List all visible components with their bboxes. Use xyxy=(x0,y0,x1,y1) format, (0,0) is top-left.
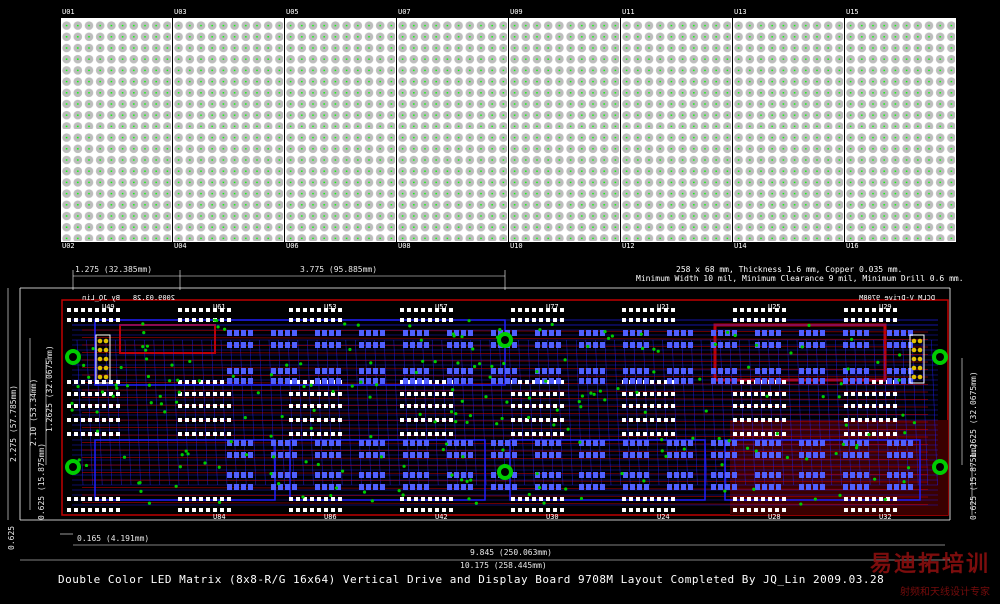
led-matrix-u10 xyxy=(509,130,620,242)
matrix-label: U14 xyxy=(734,242,747,250)
matrix-label: U03 xyxy=(174,8,187,16)
led-matrix-u15 xyxy=(845,18,956,130)
led-matrix-u13 xyxy=(733,18,844,130)
specs-line-2: Minimum Width 10 mil, Minimum Clearance … xyxy=(636,274,964,283)
watermark-small: 射频和天线设计专家 xyxy=(900,587,990,598)
dim-bottom-full: 10.175 (258.445mm) xyxy=(460,561,547,570)
dim-top-mid: 3.775 (95.885mm) xyxy=(300,265,377,274)
specs-line-1: 258 x 68 mm, Thickness 1.6 mm, Copper 0.… xyxy=(676,265,902,274)
led-matrix-u02 xyxy=(61,130,172,242)
pcb-board: U49 U61 U53 U57 U77 U21 U25 U29 U84 U86 U42 U30 U24 U… xyxy=(7,270,973,561)
matrix-label: U07 xyxy=(398,8,411,16)
chip-label: U77 xyxy=(546,303,559,311)
led-matrix-array xyxy=(61,18,956,242)
watermark-big: 易迪拓培训 xyxy=(869,552,990,577)
dim-left-1: 2.275 (57.785mm) xyxy=(9,385,18,462)
led-matrix-u12 xyxy=(621,130,732,242)
chip-label: U25 xyxy=(768,303,781,311)
board-date: 2009.03.28 xyxy=(133,294,175,302)
matrix-label: U04 xyxy=(174,242,187,250)
chip-label: U53 xyxy=(324,303,337,311)
footer-title: Double Color LED Matrix (8x8-R/G 16x64) … xyxy=(58,573,884,586)
matrix-label: U11 xyxy=(622,8,635,16)
chip-label: U30 xyxy=(546,513,559,521)
chip-label: U42 xyxy=(435,513,448,521)
dim-left-3: 1.2625 (32.0675mm) xyxy=(45,345,54,432)
led-matrix-u08 xyxy=(397,130,508,242)
dim-left-4: 0.625 (15.875mm) xyxy=(37,443,46,520)
chip-label: U49 xyxy=(102,303,115,311)
chip-label: U21 xyxy=(657,303,670,311)
led-matrix-u04 xyxy=(173,130,284,242)
chip-label: U84 xyxy=(213,513,226,521)
chip-label: U29 xyxy=(879,303,892,311)
led-matrix-u16 xyxy=(845,130,956,242)
led-matrix-u05 xyxy=(285,18,396,130)
watermark: 易迪拓培训 射频和天线设计专家 xyxy=(846,546,996,598)
chip-label: U61 xyxy=(213,303,226,311)
led-matrix-u01 xyxy=(61,18,172,130)
led-matrix-u06 xyxy=(285,130,396,242)
led-matrix-u11 xyxy=(621,18,732,130)
board-author: By JQ_Lin xyxy=(82,294,120,302)
matrix-label: U15 xyxy=(846,8,859,16)
chip-label: U57 xyxy=(435,303,448,311)
matrix-label: U13 xyxy=(734,8,747,16)
screen: U49 U61 U53 U57 U77 U21 U25 U29 U84 U86 U42 U30 U24 U… xyxy=(0,0,1000,600)
led-matrix-u03 xyxy=(173,18,284,130)
led-matrix-u07 xyxy=(397,18,508,130)
board-label: DCLM V-Drive 9708M xyxy=(859,294,935,302)
matrix-label: U08 xyxy=(398,242,411,250)
dim-left-5: 0.625 xyxy=(7,526,16,550)
led-matrix-u14 xyxy=(733,130,844,242)
matrix-label: U10 xyxy=(510,242,523,250)
dim-bottom-mid: 9.845 (250.063mm) xyxy=(470,548,552,557)
led-matrix-u09 xyxy=(509,18,620,130)
matrix-label: U16 xyxy=(846,242,859,250)
chip-label: U28 xyxy=(768,513,781,521)
chip-label: U24 xyxy=(657,513,670,521)
dim-left-2: 2.10 (53.34mm) xyxy=(29,379,38,446)
matrix-label: U09 xyxy=(510,8,523,16)
matrix-label: U05 xyxy=(286,8,299,16)
dim-top-left: 1.275 (32.385mm) xyxy=(75,265,152,274)
chip-label: U32 xyxy=(879,513,892,521)
matrix-label: U01 xyxy=(62,8,75,16)
matrix-label: U06 xyxy=(286,242,299,250)
dim-bottom-small: 0.165 (4.191mm) xyxy=(77,534,149,543)
dim-right-2: 0.625 (15.875mm) xyxy=(969,443,978,520)
matrix-label: U12 xyxy=(622,242,635,250)
pcb-canvas: U49 U61 U53 U57 U77 U21 U25 U29 U84 U86 U42 U30 U24 U… xyxy=(7,8,978,586)
matrix-label: U02 xyxy=(62,242,75,250)
chip-label: U86 xyxy=(324,513,337,521)
